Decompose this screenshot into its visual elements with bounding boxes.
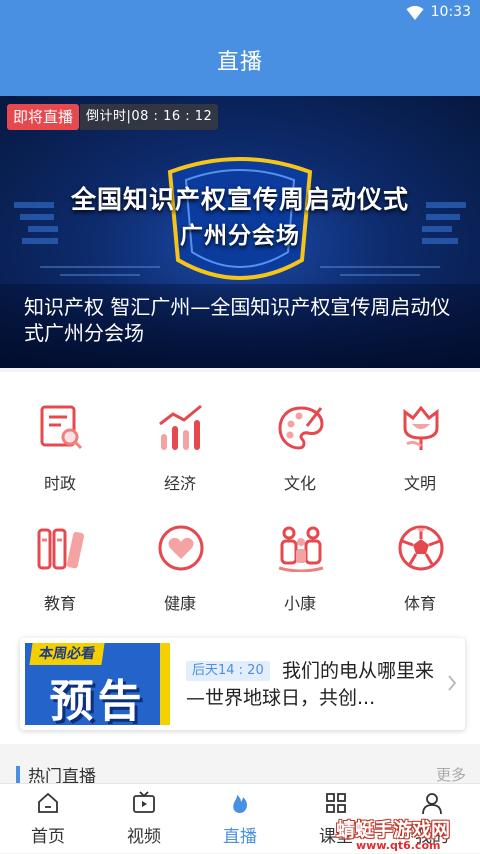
page-header: 直播 [0,26,480,96]
tab-label: 首页 [31,827,65,847]
preview-card[interactable]: 本周必看 预告 我们的电从哪里来—世界地球日，共创... 后天14 : 20 [20,638,465,730]
featured-live-banner[interactable]: 全国知识产权宣传周启动仪式 广州分会场 知识产权 智汇广州—全国知识产权宣传周启… [0,96,480,368]
category-label: 经济 [163,474,196,493]
heart-icon [158,525,204,571]
home-icon [38,792,58,813]
banner-poster-title: 全国知识产权宣传周启动仪式 [70,185,409,214]
poster-title: 预告 [49,676,146,725]
category-wenming[interactable]: 文明 [360,372,480,493]
poster-stripe [160,643,170,725]
bar-chart-icon [159,404,202,450]
tab-label: 直播 [223,827,257,847]
user-icon [422,793,442,815]
status-time: 10:33 [430,4,471,20]
category-jiaoyu[interactable]: 教育 [0,492,120,613]
poster-tag: 本周必看 [29,643,105,665]
category-label: 体育 [403,594,436,613]
preview-section: 本周必看 预告 我们的电从哪里来—世界地球日，共创... 后天14 : 20 [0,626,480,744]
page-title: 直播 [216,50,263,75]
books-icon [37,528,85,570]
section-accent-bar [16,766,20,784]
watermark-url: www.qt6.com [356,839,441,852]
category-jiankang[interactable]: 健康 [120,492,240,613]
tulip-icon [403,405,439,450]
flame-icon [233,795,247,813]
tab-home[interactable]: 首页 [0,784,96,854]
status-bar: 10:33 [0,0,480,26]
chevron-right-icon [448,675,457,691]
category-tiyu[interactable]: 体育 [360,492,480,613]
category-grid: 时政 经济 文化 文明 教育 健康 小康 体育 [0,372,480,626]
preview-poster: 本周必看 预告 [25,643,170,725]
tab-video[interactable]: 视频 [96,784,192,854]
site-watermark: 蜻蜓手游戏网 www.qt6.com [336,815,476,852]
countdown-badge: 倒计时|08 : 16 : 12 [80,104,219,130]
tab-label: 视频 [127,827,161,847]
category-label: 教育 [43,594,76,613]
video-icon [133,791,155,813]
watermark-name: 蜻蜓手游戏网 [336,819,451,841]
category-label: 文明 [403,474,436,493]
hot-live-section: 热门直播 更多 [0,744,480,787]
banner-caption: 知识产权 智汇广州—全国知识产权宣传周启动仪式广州分会场 [0,284,480,368]
category-label: 小康 [283,594,316,613]
category-xiaokang[interactable]: 小康 [240,492,360,613]
tab-live[interactable]: 直播 [192,784,288,854]
preview-time-tag: 后天14 : 20 [186,661,270,681]
family-icon [278,526,324,572]
banner-poster-subtitle: 广州分会场 [180,223,300,249]
grid-icon [326,793,346,813]
category-label: 文化 [283,474,316,493]
more-link[interactable]: 更多 [436,764,466,785]
category-shizheng[interactable]: 时政 [0,372,120,493]
upcoming-live-badge: 即将直播 [7,104,80,130]
category-wenhua[interactable]: 文化 [240,372,360,493]
category-label: 时政 [43,474,76,493]
document-search-icon [40,405,83,450]
wifi-icon [406,5,424,20]
soccer-ball-icon [398,525,444,571]
category-label: 健康 [163,594,196,613]
category-jingji[interactable]: 经济 [120,372,240,493]
palette-icon [278,406,324,450]
